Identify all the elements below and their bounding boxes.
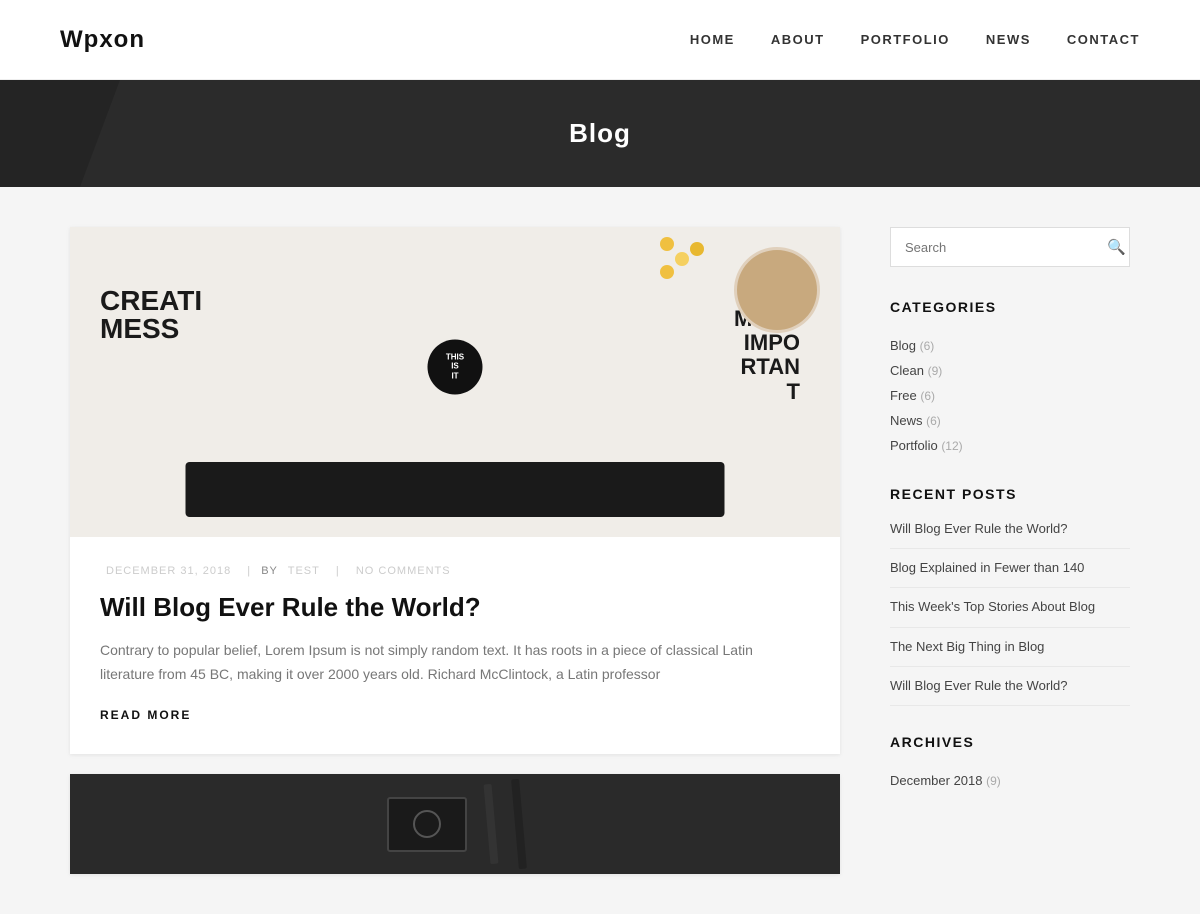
post-title-1: Will Blog Ever Rule the World?	[100, 591, 810, 625]
category-link[interactable]: Blog (6)	[890, 338, 934, 353]
recent-post-item: Will Blog Ever Rule the World?	[890, 520, 1130, 549]
nav-link-contact[interactable]: CONTACT	[1067, 32, 1140, 47]
nav-link-home[interactable]: HOME	[690, 32, 735, 47]
category-item: Free (6)	[890, 383, 1130, 408]
category-item: Clean (9)	[890, 358, 1130, 383]
post-author: TEST	[288, 565, 320, 577]
keyboard-image: CREATIMESS MOREIMPORTANT THISISIT	[70, 227, 840, 537]
site-logo[interactable]: Wpxon	[60, 26, 145, 54]
img-text-creative: CREATIMESS	[100, 287, 202, 343]
nav-item-home[interactable]: HOME	[690, 31, 735, 49]
hero-banner: Blog	[0, 80, 1200, 187]
post-comments: NO COMMENTS	[356, 565, 451, 577]
category-link[interactable]: Free (6)	[890, 388, 935, 403]
archive-item: December 2018 (9)	[890, 768, 1130, 793]
search-icon: 🔍	[1107, 239, 1126, 256]
content-area: CREATIMESS MOREIMPORTANT THISISIT DECEMB…	[70, 227, 840, 874]
category-count: (12)	[941, 439, 962, 453]
blog-card-body-1: DECEMBER 31, 2018 | BY TEST | NO COMMENT…	[70, 537, 840, 754]
nav-link-about[interactable]: ABOUT	[771, 32, 825, 47]
category-link[interactable]: Portfolio (12)	[890, 438, 963, 453]
sidebar: 🔍 CATEGORIES Blog (6) Clean (9) Free (6) Ne…	[890, 227, 1130, 821]
category-count: (6)	[920, 339, 935, 353]
main-nav: HOME ABOUT PORTFOLIO NEWS CONTACT	[690, 31, 1140, 49]
nav-link-news[interactable]: NEWS	[986, 32, 1031, 47]
flowers-decor	[650, 237, 710, 287]
flower-4	[660, 265, 674, 279]
categories-section: CATEGORIES Blog (6) Clean (9) Free (6) News…	[890, 299, 1130, 458]
nav-item-portfolio[interactable]: PORTFOLIO	[861, 31, 950, 49]
category-item: Portfolio (12)	[890, 433, 1130, 458]
recent-posts-list: Will Blog Ever Rule the World? Blog Expla…	[890, 520, 1130, 706]
category-count: (6)	[920, 389, 935, 403]
category-count: (9)	[928, 364, 943, 378]
hero-title: Blog	[0, 118, 1200, 149]
post-date: DECEMBER 31, 2018	[106, 565, 231, 577]
partial-img-content	[70, 774, 840, 874]
flower-3	[690, 242, 704, 256]
categories-list: Blog (6) Clean (9) Free (6) News (6) Portfol…	[890, 333, 1130, 458]
recent-post-link[interactable]: Blog Explained in Fewer than 140	[890, 560, 1084, 575]
category-link[interactable]: Clean (9)	[890, 363, 942, 378]
archives-title: ARCHIVES	[890, 734, 1130, 750]
search-box[interactable]: 🔍	[890, 227, 1130, 267]
meta-separator-2: |	[336, 565, 340, 577]
recent-post-link[interactable]: Will Blog Ever Rule the World?	[890, 521, 1068, 536]
categories-title: CATEGORIES	[890, 299, 1130, 315]
recent-post-link[interactable]: Will Blog Ever Rule the World?	[890, 678, 1068, 693]
nav-item-contact[interactable]: CONTACT	[1067, 31, 1140, 49]
img-circle-badge: THISISIT	[428, 339, 483, 394]
flower-1	[660, 237, 674, 251]
category-count: (6)	[926, 414, 941, 428]
pen-icon	[484, 784, 499, 864]
blog-card-image-2	[70, 774, 840, 874]
archives-list: December 2018 (9)	[890, 768, 1130, 793]
img-text-more: MOREIMPORTANT	[734, 307, 800, 404]
blog-card-1: CREATIMESS MOREIMPORTANT THISISIT DECEMB…	[70, 227, 840, 754]
main-container: CREATIMESS MOREIMPORTANT THISISIT DECEMB…	[50, 187, 1150, 914]
flower-2	[675, 252, 689, 266]
nav-link-portfolio[interactable]: PORTFOLIO	[861, 32, 950, 47]
archive-link[interactable]: December 2018 (9)	[890, 773, 1001, 788]
recent-post-item: The Next Big Thing in Blog	[890, 628, 1130, 667]
archives-section: ARCHIVES December 2018 (9)	[890, 734, 1130, 793]
category-item: News (6)	[890, 408, 1130, 433]
search-input[interactable]	[891, 230, 1095, 265]
category-item: Blog (6)	[890, 333, 1130, 358]
blog-card-image-1: CREATIMESS MOREIMPORTANT THISISIT	[70, 227, 840, 537]
archive-count: (9)	[986, 774, 1001, 788]
nav-item-about[interactable]: ABOUT	[771, 31, 825, 49]
category-link[interactable]: News (6)	[890, 413, 941, 428]
nav-item-news[interactable]: NEWS	[986, 31, 1031, 49]
recent-post-item: This Week's Top Stories About Blog	[890, 588, 1130, 627]
recent-post-link[interactable]: This Week's Top Stories About Blog	[890, 599, 1095, 614]
recent-posts-title: RECENT POSTS	[890, 486, 1130, 502]
post-excerpt-1: Contrary to popular belief, Lorem Ipsum …	[100, 639, 810, 687]
site-header: Wpxon HOME ABOUT PORTFOLIO NEWS CONTACT	[0, 0, 1200, 80]
blog-meta-1: DECEMBER 31, 2018 | BY TEST | NO COMMENT…	[100, 565, 810, 577]
recent-posts-section: RECENT POSTS Will Blog Ever Rule the Wor…	[890, 486, 1130, 706]
recent-post-link[interactable]: The Next Big Thing in Blog	[890, 639, 1044, 654]
read-more-1[interactable]: READ MORE	[100, 708, 191, 724]
meta-separator-1: |	[247, 565, 251, 577]
pen-icon-2	[511, 779, 527, 869]
recent-post-item: Blog Explained in Fewer than 140	[890, 549, 1130, 588]
wallet-icon	[387, 797, 467, 852]
blog-card-2	[70, 774, 840, 874]
search-button[interactable]: 🔍	[1095, 228, 1138, 266]
recent-post-item: Will Blog Ever Rule the World?	[890, 667, 1130, 706]
